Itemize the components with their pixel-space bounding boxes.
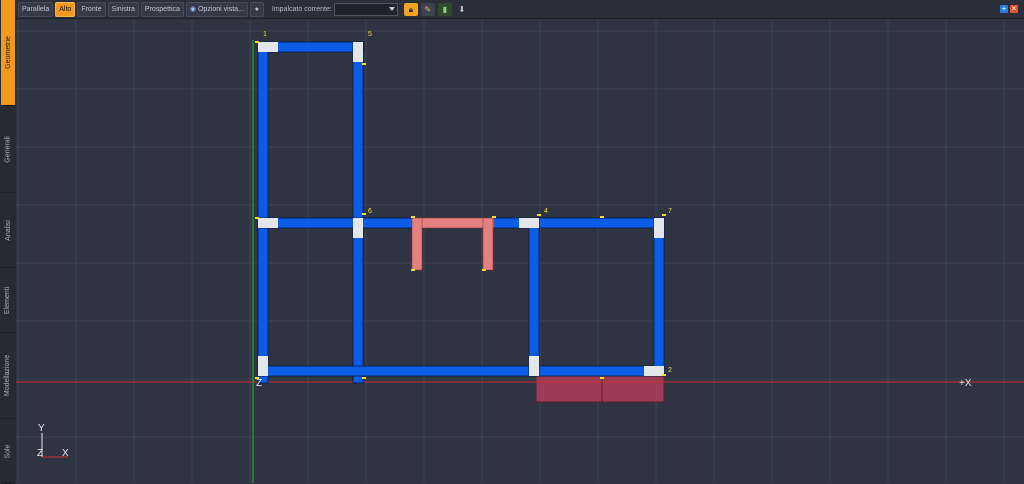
trash-button[interactable]: ▮ <box>437 2 452 16</box>
close-button[interactable]: × <box>1010 5 1018 13</box>
camera-button[interactable]: ● <box>249 1 264 17</box>
snap-marker <box>255 41 259 43</box>
tab-label: Analisi <box>4 219 12 241</box>
view-prospettica-button[interactable]: Prospettica <box>140 1 184 17</box>
node[interactable] <box>644 366 654 376</box>
node[interactable] <box>258 356 268 366</box>
node[interactable] <box>258 42 268 52</box>
pin-icon: ⬇ <box>458 4 466 14</box>
slab-panel-right[interactable] <box>601 375 665 403</box>
lock-button[interactable]: 🔒︎ <box>403 2 418 16</box>
node[interactable] <box>529 218 539 228</box>
viewport-background <box>16 20 1024 483</box>
wall-right-outer[interactable] <box>653 217 665 377</box>
beam-horizontal[interactable] <box>411 217 495 229</box>
node[interactable] <box>654 228 664 238</box>
view-alto-button[interactable]: Alto <box>55 1 76 17</box>
side-tab-strip: Geometrie Generali Analisi Elementi Mode… <box>0 0 17 484</box>
node[interactable] <box>268 42 278 52</box>
tab-generali[interactable]: Generali <box>1 106 15 193</box>
node-label: 6 <box>368 208 372 215</box>
plus-icon: + <box>1001 4 1007 13</box>
node[interactable] <box>268 218 278 228</box>
wall-right-inner[interactable] <box>528 217 540 377</box>
tab-modellazione[interactable]: Modellazione <box>1 333 15 419</box>
node[interactable] <box>353 42 363 52</box>
snap-marker <box>600 377 604 379</box>
camera-icon: ● <box>254 5 260 13</box>
snap-marker <box>662 374 666 376</box>
view-options-label: Opzioni vista... <box>197 5 244 13</box>
node-label: 1 <box>263 31 267 38</box>
tab-label: Geometrie <box>4 36 12 69</box>
lock-icon: 🔒︎ <box>408 4 413 14</box>
node[interactable] <box>353 228 363 238</box>
snap-marker <box>362 377 366 379</box>
node[interactable] <box>258 218 268 228</box>
wrench-icon: ✎ <box>424 4 432 14</box>
view-parallela-button[interactable]: Parallela <box>18 1 54 17</box>
tab-elementi[interactable]: Elementi <box>1 268 15 333</box>
slab-panel-left[interactable] <box>535 375 603 403</box>
maximize-button[interactable]: + <box>1000 5 1008 13</box>
close-icon: × <box>1011 4 1017 13</box>
triad-z-label: Z <box>37 448 43 459</box>
pin-button[interactable]: ⬇ <box>455 3 469 16</box>
triad-y-label: Y <box>38 423 45 434</box>
snap-marker <box>662 214 666 216</box>
view-sinistra-button[interactable]: Sinistra <box>107 1 139 17</box>
snap-marker <box>362 213 366 215</box>
snap-marker <box>492 216 496 218</box>
snap-marker <box>362 63 366 65</box>
tab-label: Sole <box>4 443 12 459</box>
snap-marker <box>537 214 541 216</box>
view-toolbar: Parallela Alto Fronte Sinistra Prospetti… <box>16 0 1024 19</box>
plan-canvas[interactable]: 1 5 6 4 7 2 Z +X Y Z X <box>16 20 1024 483</box>
node[interactable] <box>529 366 539 376</box>
x-axis-label: +X <box>959 378 972 389</box>
node-label: 4 <box>544 208 548 215</box>
drawing-viewport[interactable]: 1 5 6 4 7 2 Z +X Y Z X <box>16 20 1024 483</box>
node-label: 5 <box>368 31 372 38</box>
wall-middle[interactable] <box>352 41 364 384</box>
snap-marker <box>600 216 604 218</box>
floor-select[interactable] <box>333 2 398 16</box>
node-label: 7 <box>668 208 672 215</box>
chevron-down-icon <box>388 6 395 11</box>
wrench-button[interactable]: ✎ <box>420 2 435 16</box>
beam-left-leg[interactable] <box>411 217 423 271</box>
node-label: 2 <box>668 367 672 374</box>
wall-left[interactable] <box>257 41 269 384</box>
node[interactable] <box>529 356 539 366</box>
tab-sole[interactable]: Sole <box>1 419 15 484</box>
trash-icon: ▮ <box>442 4 448 14</box>
slab[interactable] <box>535 375 665 403</box>
origin-label: Z <box>256 378 262 389</box>
binoculars-icon: ◉ <box>189 5 197 13</box>
node[interactable] <box>258 366 268 376</box>
snap-marker <box>411 269 415 271</box>
node[interactable] <box>353 52 363 62</box>
floor-label: Impalcato corrente: <box>271 5 332 13</box>
tab-label: Generali <box>4 135 12 163</box>
beam-right-leg[interactable] <box>482 217 494 271</box>
snap-marker <box>482 269 486 271</box>
snap-marker <box>411 216 415 218</box>
tab-label: Modellazione <box>4 354 12 397</box>
node[interactable] <box>353 218 363 228</box>
wall-bottom[interactable] <box>257 365 665 377</box>
view-fronte-button[interactable]: Fronte <box>77 1 106 17</box>
tab-label: Elementi <box>4 286 12 314</box>
tab-geometrie[interactable]: Geometrie <box>1 0 15 106</box>
node[interactable] <box>519 218 529 228</box>
snap-marker <box>255 217 259 219</box>
node[interactable] <box>654 218 664 228</box>
triad-x-label: X <box>62 448 69 459</box>
tab-analisi[interactable]: Analisi <box>1 193 15 268</box>
view-options-button[interactable]: ◉ Opzioni vista... <box>185 1 248 17</box>
